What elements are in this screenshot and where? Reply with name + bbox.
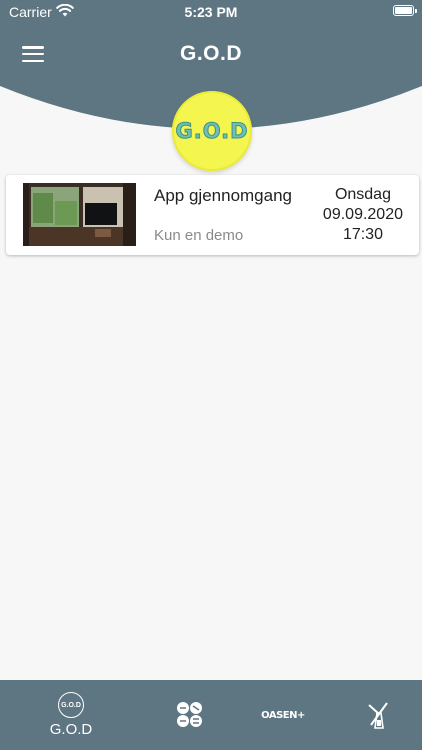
page-title: G.O.D [179, 42, 242, 65]
status-bar: Carrier 5:23 PM [0, 0, 422, 24]
event-time: 17:30 [342, 226, 383, 243]
tab-oasen[interactable]: OASEN+ [258, 680, 308, 750]
event-thumbnail [23, 183, 136, 246]
event-date: 09.09.2020 [322, 206, 403, 223]
tab-collage[interactable] [170, 680, 210, 750]
event-subtitle: Kun en demo [154, 227, 244, 244]
event-card[interactable]: App gjennomgang Kun en demo Onsdag 09.09… [6, 175, 419, 255]
windmill-logo-icon [368, 702, 388, 729]
tab-god-label: G.O.D [49, 721, 93, 738]
event-title: App gjennomgang [154, 186, 293, 205]
oasen-logo-icon: OASEN+ [261, 709, 305, 721]
bottom-tab-bar: G.O.D G.O.D OASEN+ [0, 680, 422, 750]
event-datetime: Onsdag 09.09.2020 17:30 [323, 185, 403, 245]
collage-logo-icon [177, 702, 202, 727]
god-logo-icon-text: G.O.D [61, 701, 81, 709]
battery-icon [393, 5, 417, 16]
tab-windmill[interactable] [360, 680, 396, 750]
logo-text: G.O.D [175, 119, 249, 144]
tab-god[interactable]: G.O.D G.O.D [40, 680, 102, 750]
god-logo: G.O.D [172, 91, 252, 171]
god-logo-icon: G.O.D [58, 692, 84, 718]
event-day: Onsdag [334, 186, 391, 203]
clock: 5:23 PM [184, 4, 238, 20]
